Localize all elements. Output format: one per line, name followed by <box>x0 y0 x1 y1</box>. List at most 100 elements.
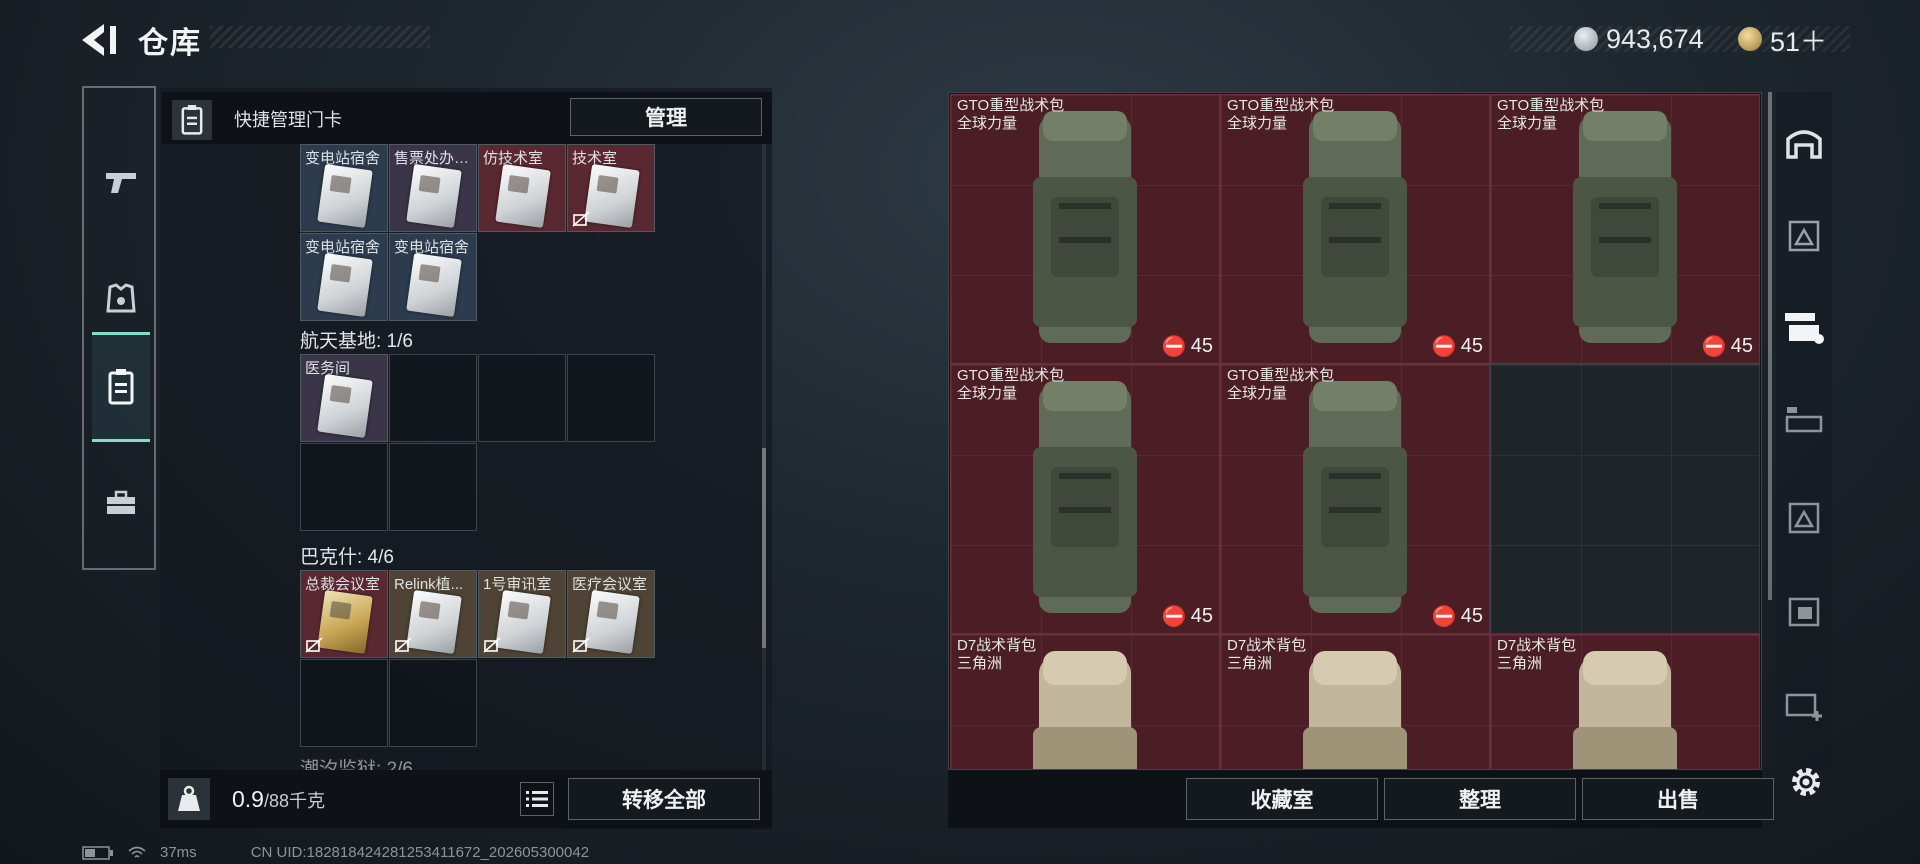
item-gto-heavy-pack[interactable]: GTO重型战术包 全球力量 ⛔ 45 <box>950 94 1220 364</box>
weight-current: 0.9 <box>232 786 264 812</box>
currency-tokens[interactable]: 51＋ <box>1738 22 1827 57</box>
no-transfer-icon <box>572 637 590 653</box>
backpack-capacity-icon: ⛔ <box>1431 336 1457 358</box>
sort-button[interactable]: 整理 <box>1384 778 1576 820</box>
keycard-item[interactable]: 售票处办公室 <box>389 144 477 232</box>
backpack-capacity-icon: ⛔ <box>1431 606 1457 628</box>
back-arrow-icon[interactable] <box>80 20 122 60</box>
item-gto-heavy-pack[interactable]: GTO重型战术包 全球力量 ⛔ 45 <box>1220 364 1490 634</box>
item-name: GTO重型战术包 全球力量 <box>957 97 1065 132</box>
no-transfer-icon <box>483 637 501 653</box>
keycard-scrollbar-thumb[interactable] <box>762 448 766 648</box>
item-name: D7战术背包 三角洲 <box>957 637 1037 672</box>
keycard-image <box>317 163 373 229</box>
item-capacity: ⛔ 45 <box>1701 335 1753 358</box>
storage-scrollbar[interactable] <box>1768 92 1772 600</box>
keycard-name: Relink植... <box>394 576 464 593</box>
tab-toolbox[interactable] <box>92 448 150 558</box>
gto-backpack-image <box>1573 111 1677 343</box>
keycard-item[interactable]: 医疗会议室 <box>567 570 655 658</box>
home-base-icon[interactable] <box>1780 118 1828 166</box>
section-bakesh: 巴克什: 4/6 <box>300 547 394 568</box>
keycard-item[interactable]: 变电站宿舍 <box>300 233 388 321</box>
keycard-image <box>317 373 373 439</box>
gti-storage-active-icon[interactable] <box>1780 304 1828 352</box>
transfer-all-button[interactable]: 转移全部 <box>568 778 760 820</box>
keycard-image <box>406 589 462 655</box>
gto-backpack-image <box>1033 381 1137 613</box>
settings-gear-icon[interactable] <box>1786 762 1826 802</box>
storage-tabs-rail <box>1776 92 1832 770</box>
list-view-button[interactable] <box>520 782 554 816</box>
keycard-image <box>317 252 373 318</box>
d7-backpack-image <box>1303 651 1407 769</box>
tab-weapons[interactable] <box>92 128 150 238</box>
backpack-capacity-icon: ⛔ <box>1161 336 1187 358</box>
item-gto-heavy-pack[interactable]: GTO重型战术包 全球力量 ⛔ 45 <box>1220 94 1490 364</box>
keycard-item[interactable]: 医务间 <box>300 354 388 442</box>
weight-readout: 0.9/88千克 <box>232 786 325 813</box>
item-name: GTO重型战术包 全球力量 <box>1227 97 1335 132</box>
title-decoration <box>210 26 430 48</box>
keycard-manage-icon <box>172 100 212 140</box>
item-d7-tactical-pack[interactable]: D7战术背包 三角洲 <box>950 634 1220 769</box>
keycard-item[interactable]: 技术室 <box>567 144 655 232</box>
gold-token-icon <box>1738 27 1762 51</box>
keycard-image <box>495 589 551 655</box>
collection-room-button[interactable]: 收藏室 <box>1186 778 1378 820</box>
keycard-name: 医务间 <box>305 360 351 377</box>
empty-slot <box>567 354 655 442</box>
tab-keycards[interactable] <box>92 332 150 442</box>
gti-storage-icon[interactable] <box>1780 212 1828 260</box>
empty-slot <box>300 443 388 531</box>
backpack-capacity-icon: ⛔ <box>1161 606 1187 628</box>
iv-storage-add-icon[interactable] <box>1780 680 1828 728</box>
item-d7-tactical-pack[interactable]: D7战术背包 三角洲 <box>1220 634 1490 769</box>
keycard-item[interactable]: Relink植... <box>389 570 477 658</box>
keycard-item[interactable]: 变电站宿舍 <box>389 233 477 321</box>
iv-storage-2-icon[interactable] <box>1780 492 1828 540</box>
armor-icon <box>106 283 136 313</box>
keycard-image <box>406 252 462 318</box>
manage-button[interactable]: 管理 <box>570 98 762 136</box>
silver-coin-icon <box>1574 27 1598 51</box>
empty-slot <box>478 354 566 442</box>
keycard-name: 1号审讯室 <box>483 576 552 593</box>
keycard-image <box>584 163 640 229</box>
backpack-storage-grid: GTO重型战术包 全球力量 ⛔ 45 GTO重型战术包 全球力量 ⛔ 45 GTO重型战… <box>948 92 1762 770</box>
item-capacity: ⛔ 45 <box>1431 335 1483 358</box>
quick-manage-bar: 快捷管理门卡 管理 <box>162 92 772 144</box>
keycard-item[interactable]: 仿技术室 <box>478 144 566 232</box>
keycard-item[interactable]: 变电站宿舍 <box>300 144 388 232</box>
empty-slot <box>389 443 477 531</box>
backpack-capacity-icon: ⛔ <box>1701 336 1727 358</box>
keycard-item[interactable]: 总裁会议室 <box>300 570 388 658</box>
page-title: 仓库 <box>138 27 202 60</box>
keycard-name: 变电站宿舍 <box>394 239 470 256</box>
coin-amount: 943,674 <box>1606 23 1704 54</box>
d7-backpack-image <box>1573 651 1677 769</box>
keycard-name: 仿技术室 <box>483 150 544 167</box>
keycard-image <box>406 163 462 229</box>
no-transfer-icon <box>394 637 412 653</box>
weight-icon <box>168 778 210 820</box>
keycard-item[interactable]: 1号审讯室 <box>478 570 566 658</box>
keycard-name: 变电站宿舍 <box>305 150 381 167</box>
no-transfer-icon <box>572 211 590 227</box>
empty-slot <box>389 354 477 442</box>
section-aerospace: 航天基地: 1/6 <box>300 331 413 352</box>
keycard-image <box>495 163 551 229</box>
iv-storage-icon[interactable] <box>1780 398 1828 446</box>
item-gto-heavy-pack[interactable]: GTO重型战术包 全球力量 ⛔ 45 <box>1490 94 1760 364</box>
battery-icon <box>82 845 113 860</box>
sell-button[interactable]: 出售 <box>1582 778 1774 820</box>
iv-storage-3-icon[interactable] <box>1780 586 1828 634</box>
item-name: D7战术背包 三角洲 <box>1227 637 1307 672</box>
wifi-icon <box>128 846 146 858</box>
item-gto-heavy-pack[interactable]: GTO重型战术包 全球力量 ⛔ 45 <box>950 364 1220 634</box>
item-capacity: ⛔ 45 <box>1431 605 1483 628</box>
item-d7-tactical-pack[interactable]: D7战术背包 三角洲 <box>1490 634 1760 769</box>
item-capacity: ⛔ 45 <box>1161 335 1213 358</box>
ping-readout: 37ms <box>160 844 197 861</box>
empty-slot <box>300 659 388 747</box>
